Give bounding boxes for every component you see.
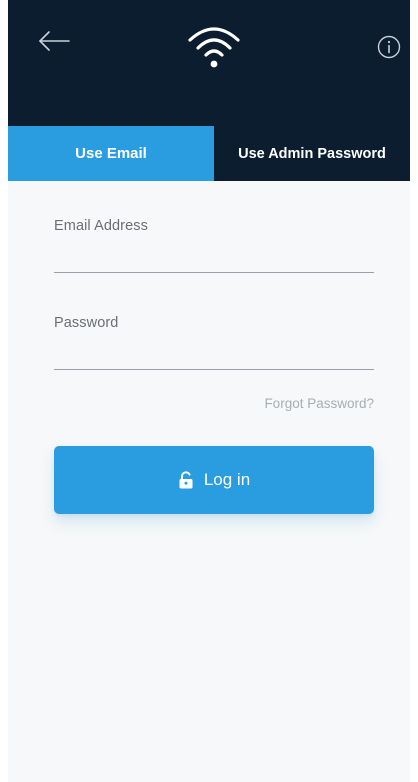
- password-field-group: Password: [54, 315, 374, 370]
- password-input[interactable]: [54, 339, 374, 370]
- wifi-icon: [188, 27, 240, 68]
- info-icon: [377, 35, 401, 59]
- info-button[interactable]: [376, 34, 402, 60]
- password-label: Password: [54, 315, 119, 331]
- email-input[interactable]: [54, 242, 374, 273]
- email-field-group: Email Address: [54, 218, 374, 273]
- tab-use-admin-password[interactable]: Use Admin Password: [214, 126, 410, 181]
- login-screen: Use Email Use Admin Password Email Addre…: [8, 0, 410, 782]
- unlock-icon: [179, 471, 193, 489]
- wifi-logo: [184, 20, 244, 72]
- tab-use-email[interactable]: Use Email: [8, 126, 214, 181]
- email-label: Email Address: [54, 218, 148, 234]
- app-root: Use Email Use Admin Password Email Addre…: [0, 0, 418, 782]
- arrow-left-icon: [39, 31, 70, 51]
- back-button[interactable]: [36, 24, 76, 60]
- login-label: Log in: [203, 470, 251, 489]
- login-button[interactable]: Log in: [54, 446, 374, 514]
- forgot-password-link[interactable]: Forgot Password?: [264, 396, 374, 411]
